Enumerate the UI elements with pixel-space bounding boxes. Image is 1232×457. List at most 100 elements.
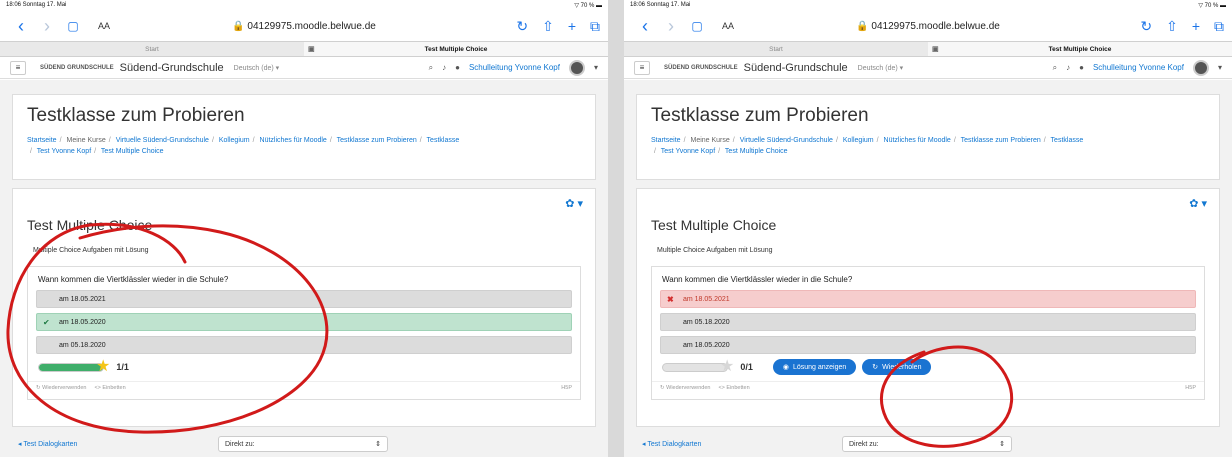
tab-start[interactable]: Start bbox=[0, 42, 304, 56]
refresh-icon: ↻ bbox=[872, 364, 879, 371]
site-name[interactable]: Südend-Grundschule bbox=[744, 62, 848, 74]
chat-icon[interactable]: ● bbox=[455, 63, 460, 72]
embed-link[interactable]: <> Einbetten bbox=[718, 385, 749, 391]
jump-to-select[interactable]: Direkt zu: ⇕ bbox=[842, 436, 1012, 452]
page-content: Testklasse zum Probieren Startseite / Mei… bbox=[0, 80, 608, 457]
tabs-icon[interactable]: ⧉ bbox=[1214, 18, 1224, 35]
book-icon[interactable]: ▢ bbox=[684, 19, 710, 33]
crumb-virtuelle[interactable]: Virtuelle Südend-Grundschule bbox=[740, 137, 833, 144]
cross-icon: ✖ bbox=[667, 294, 674, 304]
reload-icon[interactable]: ↻ bbox=[1140, 18, 1152, 35]
menu-icon[interactable]: ≡ bbox=[634, 60, 650, 75]
question-text: Wann kommen die Viertklässler wieder in … bbox=[662, 275, 853, 284]
screenshot-pair: 18:06 Sonntag 17. Mai ▽ 70 % ▬ ‹ › ▢ AA … bbox=[0, 0, 1232, 457]
chat-icon[interactable]: ● bbox=[1079, 63, 1084, 72]
gear-icon[interactable]: ✿ ▾ bbox=[565, 197, 583, 210]
crumb-test-yvonne[interactable]: Test Yvonne Kopf bbox=[37, 148, 91, 155]
activity-navigation: ◂ Test Dialogkarten Direkt zu: ⇕ bbox=[636, 435, 1220, 453]
menu-icon[interactable]: ≡ bbox=[10, 60, 26, 75]
plus-icon[interactable]: + bbox=[568, 18, 576, 34]
crumb-testklasse[interactable]: Testklasse bbox=[427, 137, 460, 144]
avatar[interactable] bbox=[1192, 59, 1209, 76]
site-name[interactable]: Südend-Grundschule bbox=[120, 62, 224, 74]
embed-link[interactable]: <> Einbetten bbox=[94, 385, 125, 391]
score-progress-bar bbox=[662, 362, 728, 372]
reuse-link[interactable]: ↻ Wiederverwenden bbox=[660, 385, 710, 391]
answer-option-wrong[interactable]: ✖ am 18.05.2021 bbox=[660, 290, 1196, 308]
answer-option[interactable]: am 18.05.2020 bbox=[660, 336, 1196, 354]
jump-to-label: Direkt zu: bbox=[849, 440, 879, 448]
user-menu[interactable]: Schulleitung Yvonne Kopf bbox=[1093, 63, 1184, 72]
retry-button[interactable]: ↻ Wiederholen bbox=[862, 359, 932, 375]
tab-test-multiple-choice[interactable]: ▣ Test Multiple Choice bbox=[928, 42, 1232, 56]
language-select[interactable]: Deutsch (de) ▾ bbox=[858, 64, 904, 72]
avatar[interactable] bbox=[568, 59, 585, 76]
reader-aa-button[interactable]: AA bbox=[722, 21, 734, 31]
crumb-startseite[interactable]: Startseite bbox=[27, 137, 57, 144]
chevron-down-icon[interactable]: ▾ bbox=[594, 63, 598, 72]
jump-to-select[interactable]: Direkt zu: ⇕ bbox=[218, 436, 388, 452]
status-time: 18:06 Sonntag 17. Mai bbox=[630, 2, 691, 8]
crumb-testklasse-probieren[interactable]: Testklasse zum Probieren bbox=[961, 137, 1041, 144]
crumb-test-mc[interactable]: Test Multiple Choice bbox=[101, 148, 164, 155]
search-icon[interactable]: ⌕ bbox=[1053, 63, 1057, 73]
bell-icon[interactable]: ♪ bbox=[1066, 63, 1070, 72]
status-bar: 18:06 Sonntag 17. Mai ▽ 70 % ▬ bbox=[624, 0, 1232, 11]
reader-aa-button[interactable]: AA bbox=[98, 21, 110, 31]
crumb-nuetzliches[interactable]: Nützliches für Moodle bbox=[884, 137, 951, 144]
show-solution-button[interactable]: ◉ Lösung anzeigen bbox=[772, 359, 857, 375]
forward-icon[interactable]: › bbox=[34, 16, 60, 37]
answer-label: am 18.05.2020 bbox=[59, 318, 106, 326]
crumb-testklasse-probieren[interactable]: Testklasse zum Probieren bbox=[337, 137, 417, 144]
moodle-navbar: ≡ SÜDEND GRUNDSCHULE Südend-Grundschule … bbox=[624, 57, 1232, 79]
crumb-virtuelle[interactable]: Virtuelle Südend-Grundschule bbox=[116, 137, 209, 144]
share-icon[interactable]: ⇧ bbox=[542, 18, 554, 35]
activity-card: ✿ ▾ Test Multiple Choice Multiple Choice… bbox=[636, 188, 1220, 427]
answer-option[interactable]: am 05.18.2020 bbox=[36, 336, 572, 354]
close-icon[interactable]: ▣ bbox=[932, 45, 939, 53]
page-title: Testklasse zum Probieren bbox=[27, 105, 245, 126]
tab-start[interactable]: Start bbox=[624, 42, 928, 56]
crumb-nuetzliches[interactable]: Nützliches für Moodle bbox=[260, 137, 327, 144]
forward-icon[interactable]: › bbox=[658, 16, 684, 37]
user-menu[interactable]: Schulleitung Yvonne Kopf bbox=[469, 63, 560, 72]
chevron-down-icon[interactable]: ▾ bbox=[1218, 63, 1222, 72]
answer-option-correct[interactable]: ✔ am 18.05.2020 bbox=[36, 313, 572, 331]
score-text: 0/1 bbox=[740, 362, 753, 372]
tabs-icon[interactable]: ⧉ bbox=[590, 18, 600, 35]
language-select[interactable]: Deutsch (de) ▾ bbox=[234, 64, 280, 72]
reuse-link[interactable]: ↻ Wiederverwenden bbox=[36, 385, 86, 391]
answer-label: am 18.05.2021 bbox=[59, 295, 106, 303]
h5p-quiz: Wann kommen die Viertklässler wieder in … bbox=[651, 266, 1205, 400]
score-row: ★ 1/1 bbox=[38, 359, 570, 375]
reload-icon[interactable]: ↻ bbox=[516, 18, 528, 35]
question-text: Wann kommen die Viertklässler wieder in … bbox=[38, 275, 229, 284]
book-icon[interactable]: ▢ bbox=[60, 19, 86, 33]
search-icon[interactable]: ⌕ bbox=[429, 63, 433, 73]
prev-activity-link[interactable]: ◂ Test Dialogkarten bbox=[642, 440, 842, 448]
check-icon: ✔ bbox=[43, 317, 50, 327]
crumb-startseite[interactable]: Startseite bbox=[651, 137, 681, 144]
crumb-kollegium[interactable]: Kollegium bbox=[843, 137, 874, 144]
answer-option[interactable]: am 05.18.2020 bbox=[660, 313, 1196, 331]
prev-activity-link[interactable]: ◂ Test Dialogkarten bbox=[18, 440, 218, 448]
crumb-test-yvonne[interactable]: Test Yvonne Kopf bbox=[661, 148, 715, 155]
close-icon[interactable]: ▣ bbox=[308, 45, 315, 53]
crumb-kollegium[interactable]: Kollegium bbox=[219, 137, 250, 144]
back-icon[interactable]: ‹ bbox=[632, 16, 658, 37]
answer-option[interactable]: am 18.05.2021 bbox=[36, 290, 572, 308]
star-icon: ★ bbox=[96, 358, 111, 375]
h5p-logo: H5P bbox=[1185, 385, 1196, 391]
activity-navigation: ◂ Test Dialogkarten Direkt zu: ⇕ bbox=[12, 435, 596, 453]
plus-icon[interactable]: + bbox=[1192, 18, 1200, 34]
back-icon[interactable]: ‹ bbox=[8, 16, 34, 37]
h5p-footer: ↻ Wiederverwenden <> Einbetten H5P bbox=[28, 381, 580, 391]
status-bar: 18:06 Sonntag 17. Mai ▽ 70 % ▬ bbox=[0, 0, 608, 11]
crumb-testklasse[interactable]: Testklasse bbox=[1051, 137, 1084, 144]
bell-icon[interactable]: ♪ bbox=[442, 63, 446, 72]
crumb-test-mc[interactable]: Test Multiple Choice bbox=[725, 148, 788, 155]
share-icon[interactable]: ⇧ bbox=[1166, 18, 1178, 35]
tab-test-multiple-choice[interactable]: ▣ Test Multiple Choice bbox=[304, 42, 608, 56]
screenshot-left: 18:06 Sonntag 17. Mai ▽ 70 % ▬ ‹ › ▢ AA … bbox=[0, 0, 608, 457]
gear-icon[interactable]: ✿ ▾ bbox=[1189, 197, 1207, 210]
